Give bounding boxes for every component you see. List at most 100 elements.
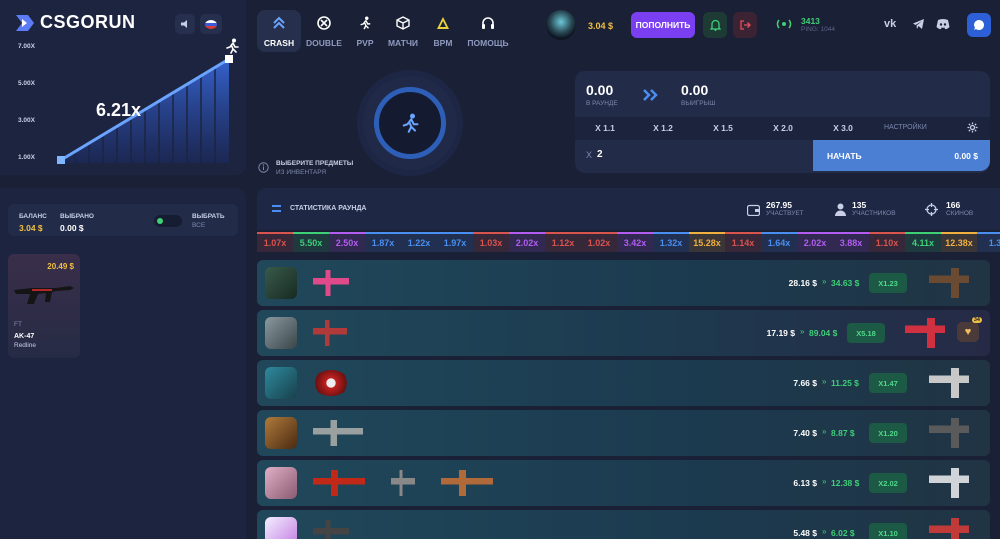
nav-label: DOUBLE <box>306 38 342 48</box>
start-button[interactable]: НАЧАТЬ 0.00 $ <box>813 140 990 171</box>
settings-label[interactable]: НАСТРОЙКИ <box>884 124 927 131</box>
nav-crash[interactable]: CRASH <box>257 10 301 52</box>
win-amount: 6.02 $ <box>831 528 855 538</box>
info-icon <box>258 162 269 173</box>
bet-row[interactable]: 7.66 $ » 11.25 $ X1.47 <box>257 360 990 406</box>
avatar[interactable] <box>265 267 297 299</box>
left-sidebar: БАЛАНС 3.04 $ ВЫБРАНО 0.00 $ ВЫБРАТЬ ВСЕ… <box>0 188 246 539</box>
list-icon <box>272 205 281 212</box>
win-value: 0.00 <box>681 82 709 98</box>
players-value: 135 <box>852 200 867 210</box>
nav-double[interactable]: DOUBLE <box>302 10 346 52</box>
nav-bpm[interactable]: BPM <box>421 10 465 52</box>
won-skin-icon <box>929 468 969 498</box>
preset-x1-2[interactable]: X 1.2 <box>633 117 693 139</box>
bet-row[interactable]: 28.16 $ » 34.63 $ X1.23 <box>257 260 990 306</box>
bet-amount: 7.66 $ <box>793 378 817 388</box>
telegram-icon[interactable] <box>912 18 925 30</box>
history-multiplier[interactable]: 1.03x <box>473 232 509 252</box>
select-all-toggle[interactable] <box>154 215 182 227</box>
bet-row[interactable]: 6.13 $ » 12.38 $ X2.02 <box>257 460 990 506</box>
history-multiplier[interactable]: 1.07x <box>257 232 293 252</box>
won-skin-icon <box>929 518 969 539</box>
skins-label: СКИНОВ <box>946 210 974 217</box>
preset-x1-5[interactable]: X 1.5 <box>693 117 753 139</box>
history-multiplier[interactable]: 1.64x <box>761 232 797 252</box>
cashout-coefficient: X1.47 <box>869 373 907 393</box>
history-multiplier[interactable]: 1.32x <box>653 232 689 252</box>
wallet-icon <box>747 204 760 216</box>
skins-value: 166 <box>946 200 961 210</box>
logout-button[interactable] <box>733 12 757 38</box>
history-multiplier[interactable]: 1.22x <box>401 232 437 252</box>
running-man-icon <box>402 113 419 133</box>
history-multiplier[interactable]: 1.97x <box>437 232 473 252</box>
bet-row[interactable]: 7.40 $ » 8.87 $ X1.20 <box>257 410 990 456</box>
discord-icon[interactable] <box>936 18 950 30</box>
history-multiplier[interactable]: 1.10x <box>869 232 905 252</box>
round-timer-circle <box>363 76 457 170</box>
history-multiplier[interactable]: 3.42x <box>617 232 653 252</box>
bet-row[interactable]: 5.48 $ » 6.02 $ X1.10 <box>257 510 990 539</box>
history-multiplier[interactable]: 2.02x <box>797 232 833 252</box>
notifications-button[interactable] <box>703 12 727 38</box>
inventory-item[interactable]: 20.49 $ FT AK-47 Redline <box>8 254 80 358</box>
history-multiplier[interactable]: 12.38x <box>941 232 977 252</box>
preset-x1-1[interactable]: X 1.1 <box>575 117 635 139</box>
auto-cashout-input[interactable]: X 2 <box>575 140 813 171</box>
favorite-button[interactable]: ♥ 34 <box>957 317 982 342</box>
crosshair-icon <box>925 203 938 216</box>
item-name: AK-47 <box>14 333 35 340</box>
nav-label: PVP <box>356 38 374 48</box>
balance-label: БАЛАНС <box>19 213 47 220</box>
logo[interactable]: CSGORUN <box>14 12 136 33</box>
history-multiplier[interactable]: 1.14x <box>725 232 761 252</box>
bet-amount: 6.13 $ <box>793 478 817 488</box>
y-tick: 1.00X <box>18 154 35 161</box>
arrow-right-icon: » <box>800 327 805 336</box>
avatar[interactable] <box>265 417 297 449</box>
current-multiplier: 6.21x <box>96 100 142 120</box>
bet-row[interactable]: 17.19 $ » 89.04 $ X5.18 ♥ 34 <box>257 310 990 356</box>
gear-icon[interactable] <box>967 122 978 133</box>
item-price: 20.49 $ <box>47 262 74 271</box>
deposit-button[interactable]: ПОПОЛНИТЬ <box>631 12 695 38</box>
chat-button[interactable] <box>967 13 991 37</box>
history-multiplier[interactable]: 1.87x <box>365 232 401 252</box>
preset-x2-0[interactable]: X 2.0 <box>753 117 813 139</box>
history-multiplier[interactable]: 1.02x <box>581 232 617 252</box>
avatar[interactable] <box>265 467 297 499</box>
history-multiplier[interactable]: 1.12x <box>545 232 581 252</box>
history-multiplier[interactable]: 3.88x <box>833 232 869 252</box>
history-multiplier[interactable]: 1.3 <box>977 232 1000 252</box>
history-multiplier[interactable]: 2.02x <box>509 232 545 252</box>
nav-label: ПОМОЩЬ <box>467 38 509 48</box>
arrow-right-icon: » <box>822 477 827 486</box>
skin-item-icon <box>391 470 415 496</box>
preset-x3-0[interactable]: X 3.0 <box>813 117 873 139</box>
ping: PING: 1044 <box>801 26 835 33</box>
nav-help[interactable]: ПОМОЩЬ <box>463 10 513 52</box>
history-multiplier[interactable]: 2.50x <box>329 232 365 252</box>
history-multiplier[interactable]: 5.50x <box>293 232 329 252</box>
select-all-sub: ВСЕ <box>192 222 206 229</box>
arrow-right-icon: » <box>822 277 827 286</box>
balance-value: 3.04 $ <box>19 223 43 233</box>
total-label: УЧАСТВУЕТ <box>766 210 804 217</box>
nav-matches[interactable]: МАТЧИ <box>381 10 425 52</box>
history-multiplier[interactable]: 4.11x <box>905 232 941 252</box>
avatar[interactable] <box>546 10 576 40</box>
sound-button[interactable] <box>175 14 195 34</box>
item-quality: FT <box>14 321 22 328</box>
history-multiplier[interactable]: 15.28x <box>689 232 725 252</box>
vk-icon[interactable]: vk <box>884 18 896 30</box>
in-round-label: В РАУНДЕ <box>586 100 618 107</box>
avatar[interactable] <box>265 367 297 399</box>
avatar[interactable] <box>265 317 297 349</box>
cashout-coefficient: X1.10 <box>869 523 907 539</box>
avatar[interactable] <box>265 517 297 539</box>
skin-item-icon <box>313 320 347 346</box>
language-flag-button[interactable] <box>200 14 222 34</box>
nav-label: CRASH <box>263 38 295 48</box>
cube-icon <box>396 16 410 30</box>
